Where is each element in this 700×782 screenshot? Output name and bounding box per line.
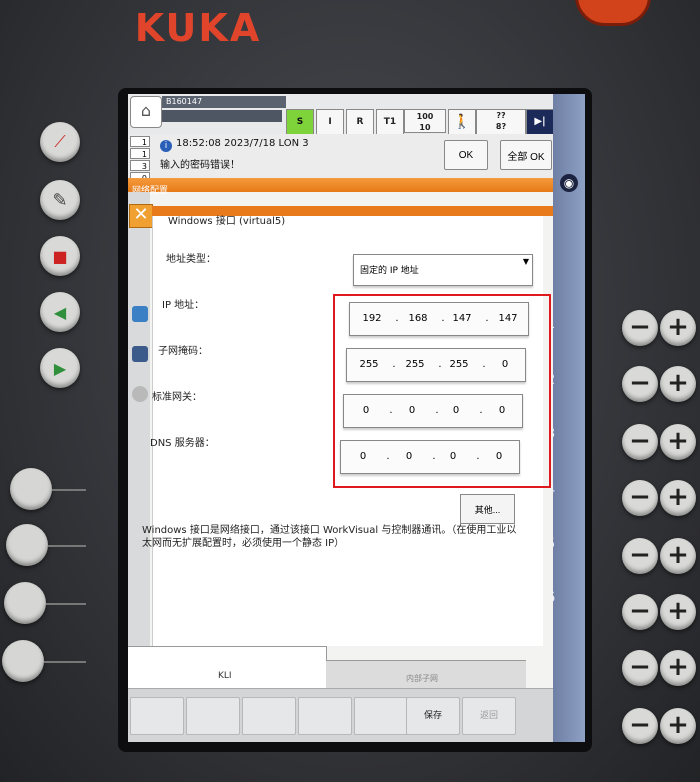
play-forward-icon[interactable]: ▶ — [40, 348, 80, 388]
highlight-box — [333, 294, 551, 488]
jog-extra-2: − + — [592, 708, 700, 748]
interface-name: Windows 接口 (virtual5) — [168, 216, 286, 227]
tab-kli[interactable]: KLI — [128, 646, 327, 689]
tool-line2: 8? — [495, 122, 507, 131]
subnet-label: 子网掩码： — [158, 346, 208, 357]
stop-icon[interactable]: ■ — [40, 236, 80, 276]
estop-key-icon[interactable]: ⟋ — [40, 122, 80, 162]
jog-plus-button[interactable]: + — [660, 310, 696, 346]
robot-name: B160147 — [162, 96, 286, 108]
info-icon: i — [160, 140, 172, 152]
other-button[interactable]: 其他... — [460, 494, 515, 524]
jog-plus-button[interactable]: + — [660, 708, 696, 744]
softkey-3[interactable] — [4, 582, 46, 624]
config-icon[interactable] — [132, 346, 148, 362]
ok-button[interactable]: OK — [444, 140, 488, 170]
address-type-label: 地址类型： — [166, 254, 216, 265]
interface-description: Windows 接口是网络接口，通过该接口 WorkVisual 与控制器通讯。… — [142, 525, 517, 549]
close-icon[interactable]: ✕ — [129, 204, 153, 228]
jog-plus-button[interactable]: + — [660, 650, 696, 686]
address-type-select[interactable]: 固定的 IP 地址 ▼ — [353, 254, 533, 286]
play-back-icon[interactable]: ◀ — [40, 292, 80, 332]
window-title-bar: 网络配置 — [128, 178, 553, 196]
softkey-2[interactable] — [6, 524, 48, 566]
jog-plus-button[interactable]: + — [660, 366, 696, 402]
softkey-line — [48, 545, 86, 547]
back-button[interactable]: 返回 — [462, 697, 516, 735]
ip-label: IP 地址： — [162, 300, 205, 311]
message-text: 输入的密码错误！ — [160, 160, 240, 171]
walk-icon[interactable]: 🚶 — [448, 109, 476, 135]
jog-plus-button[interactable]: + — [660, 538, 696, 574]
jog-minus-button[interactable]: − — [622, 424, 658, 460]
tab-internal-label: 内部子网 — [406, 674, 438, 683]
address-type-value: 固定的 IP 地址 — [360, 266, 419, 276]
softkey-empty[interactable] — [242, 697, 296, 735]
gateway-label: 标准网关： — [152, 392, 202, 403]
jog-a5: − + — [592, 538, 700, 578]
softkey-empty[interactable] — [186, 697, 240, 735]
left-side-bar — [128, 192, 150, 662]
jog-minus-button[interactable]: − — [622, 310, 658, 346]
softkey-line — [52, 489, 86, 491]
tab-kli-label: KLI — [218, 671, 232, 681]
jog-plus-button[interactable]: + — [660, 424, 696, 460]
ok-all-button[interactable]: 全部 OK — [500, 140, 552, 170]
msg-count-state[interactable]: 1 — [130, 148, 150, 159]
softkey-line — [44, 661, 86, 663]
globe-icon[interactable]: ◉ — [560, 174, 578, 192]
softkey-line — [46, 603, 86, 605]
softkey-empty[interactable] — [130, 697, 184, 735]
msg-count-ack[interactable]: 1 — [130, 136, 150, 147]
tool-base-button[interactable]: ?? 8? — [476, 109, 526, 135]
tool-line1: ?? — [496, 111, 506, 120]
jog-extra-1: − + — [592, 650, 700, 690]
status-bar: ⌂ B160147 S I R T1 100 10 🚶 ?? 8? ▶| — [128, 94, 553, 135]
jog-a3: − + — [592, 424, 700, 464]
softkey-1[interactable] — [10, 468, 52, 510]
ipo-mode-icon[interactable]: ▶| — [526, 109, 553, 135]
mode-r-button[interactable]: R — [346, 109, 374, 135]
softkey-4[interactable] — [2, 640, 44, 682]
tab-internal-subnet[interactable]: 内部子网 — [326, 660, 526, 689]
jog-a2: − + — [592, 366, 700, 406]
submit-interpreter-bar[interactable] — [162, 110, 282, 122]
override-value: 100 — [416, 112, 434, 121]
message-time: 18:52:08 2023/7/18 LON 3 — [176, 138, 309, 149]
jog-minus-button[interactable]: − — [622, 366, 658, 402]
chevron-down-icon: ▼ — [522, 257, 529, 266]
jog-a6: − + — [592, 594, 700, 634]
jog-minus-button[interactable]: − — [622, 708, 658, 744]
jog-minus-button[interactable]: − — [622, 650, 658, 686]
kuka-menu-icon[interactable]: ⌂ — [130, 96, 162, 128]
brand-logo: KUKA — [134, 6, 262, 50]
jog-minus-button[interactable]: − — [622, 594, 658, 630]
jog-plus-button[interactable]: + — [660, 480, 696, 516]
mode-s-button[interactable]: S — [286, 109, 314, 135]
save-button[interactable]: 保存 — [406, 697, 460, 735]
jog-minus-button[interactable]: − — [622, 538, 658, 574]
pencil-icon[interactable]: ✎ — [40, 180, 80, 220]
jog-a1: − + — [592, 310, 700, 350]
bottom-softkey-bar: 保存 返回 — [128, 688, 553, 742]
mode-t1-button[interactable]: T1 — [376, 109, 404, 135]
jog-plus-button[interactable]: + — [660, 594, 696, 630]
msg-count-info[interactable]: 3 — [130, 160, 150, 171]
jog-override-value: 10 — [419, 123, 431, 132]
softkey-empty[interactable] — [298, 697, 352, 735]
dns-label: DNS 服务器： — [150, 438, 215, 449]
override-button[interactable]: 100 10 — [404, 109, 446, 133]
jog-a4: − + — [592, 480, 700, 520]
jog-minus-button[interactable]: − — [622, 480, 658, 516]
refresh-icon[interactable] — [132, 306, 148, 322]
mode-i-button[interactable]: I — [316, 109, 344, 135]
softkey-empty[interactable] — [354, 697, 408, 735]
settings-icon[interactable] — [132, 386, 148, 402]
